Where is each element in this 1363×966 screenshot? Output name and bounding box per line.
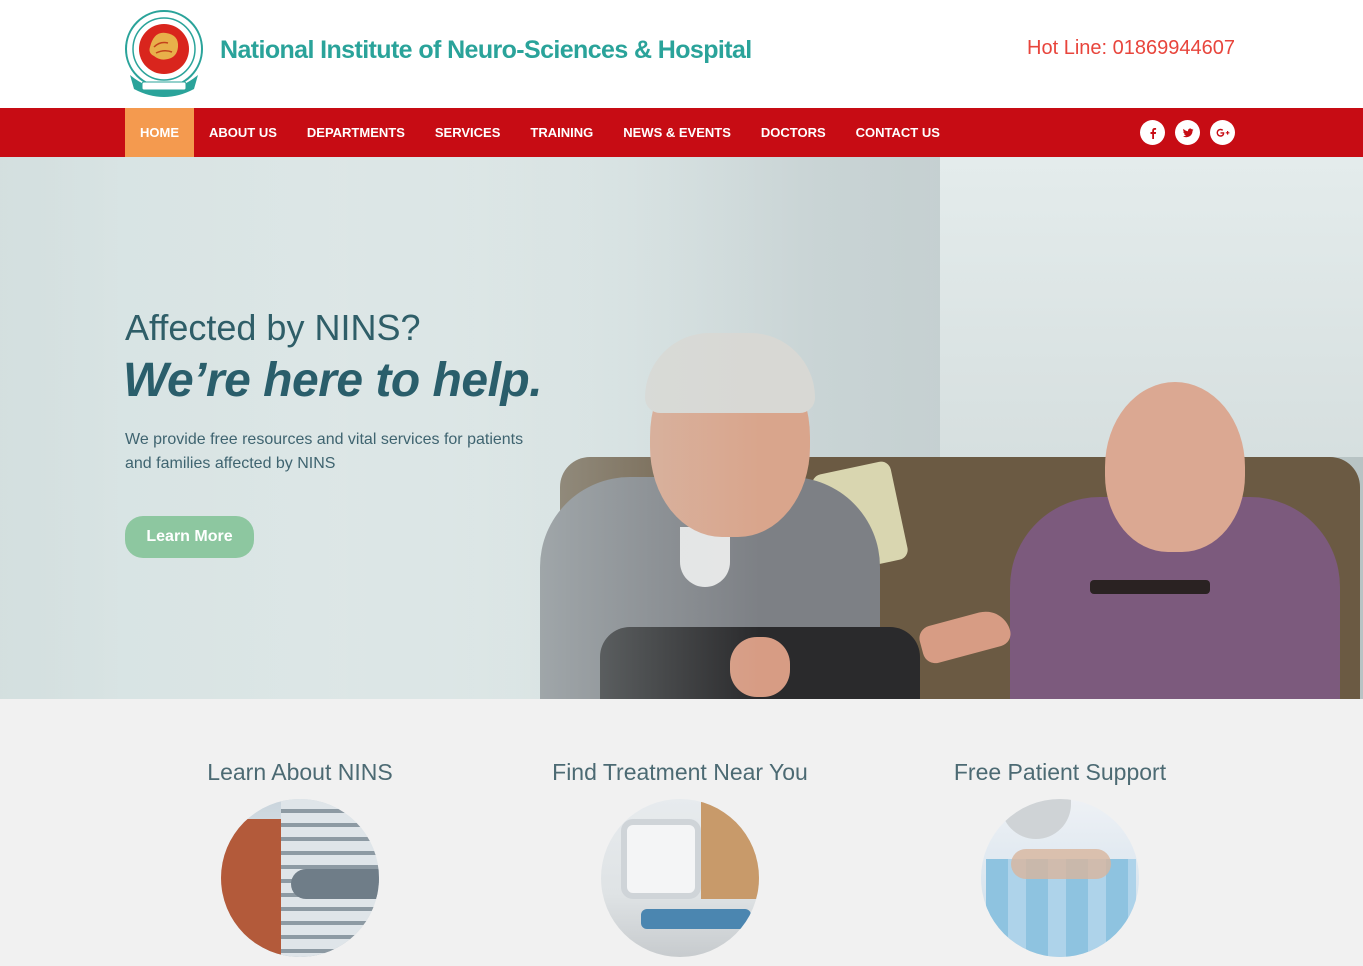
google-plus-icon[interactable]: [1210, 120, 1235, 145]
facebook-icon[interactable]: [1140, 120, 1165, 145]
nav-item-departments[interactable]: DEPARTMENTS: [292, 108, 420, 157]
surgery-team-image[interactable]: [981, 799, 1139, 957]
main-nav: HOME ABOUT US DEPARTMENTS SERVICES TRAIN…: [0, 108, 1363, 157]
feature-title[interactable]: Find Treatment Near You: [490, 759, 870, 786]
feature-title[interactable]: Free Patient Support: [870, 759, 1250, 786]
hospital-building-image[interactable]: [221, 799, 379, 957]
nav-item-contact-us[interactable]: CONTACT US: [841, 108, 955, 157]
nav-item-home[interactable]: HOME: [125, 108, 194, 157]
site-title[interactable]: National Institute of Neuro-Sciences & H…: [220, 36, 752, 65]
nav-item-news-events[interactable]: NEWS & EVENTS: [608, 108, 746, 157]
twitter-icon[interactable]: [1175, 120, 1200, 145]
feature-find-treatment[interactable]: Find Treatment Near You: [490, 759, 870, 957]
hero-person-right-belt: [1090, 580, 1210, 594]
hero-heading: Affected by NINS?: [125, 307, 421, 348]
hero-description: We provide free resources and vital serv…: [125, 431, 524, 472]
nins-logo[interactable]: [124, 9, 204, 97]
hero-person-right-head: [1105, 382, 1245, 552]
feature-title[interactable]: Learn About NINS: [110, 759, 490, 786]
hero-banner: Affected by NINS? We’re here to help. We…: [0, 157, 1363, 699]
social-links: [1140, 120, 1235, 145]
nav-item-doctors[interactable]: DOCTORS: [746, 108, 841, 157]
nav-item-services[interactable]: SERVICES: [420, 108, 516, 157]
nav-item-about-us[interactable]: ABOUT US: [194, 108, 292, 157]
feature-learn-about[interactable]: Learn About NINS: [110, 759, 490, 957]
treatment-room-image[interactable]: [601, 799, 759, 957]
site-header: National Institute of Neuro-Sciences & H…: [0, 0, 1363, 108]
hotline-text: Hot Line: 01869944607: [1027, 37, 1235, 59]
learn-more-button[interactable]: Learn More: [125, 516, 254, 558]
features-section: Learn About NINS Find Treatment Near You…: [0, 699, 1363, 966]
nav-item-training[interactable]: TRAINING: [515, 108, 608, 157]
feature-patient-support[interactable]: Free Patient Support: [870, 759, 1250, 957]
nav-menu: HOME ABOUT US DEPARTMENTS SERVICES TRAIN…: [125, 108, 955, 157]
hero-tagline: We’re here to help.: [123, 354, 543, 407]
